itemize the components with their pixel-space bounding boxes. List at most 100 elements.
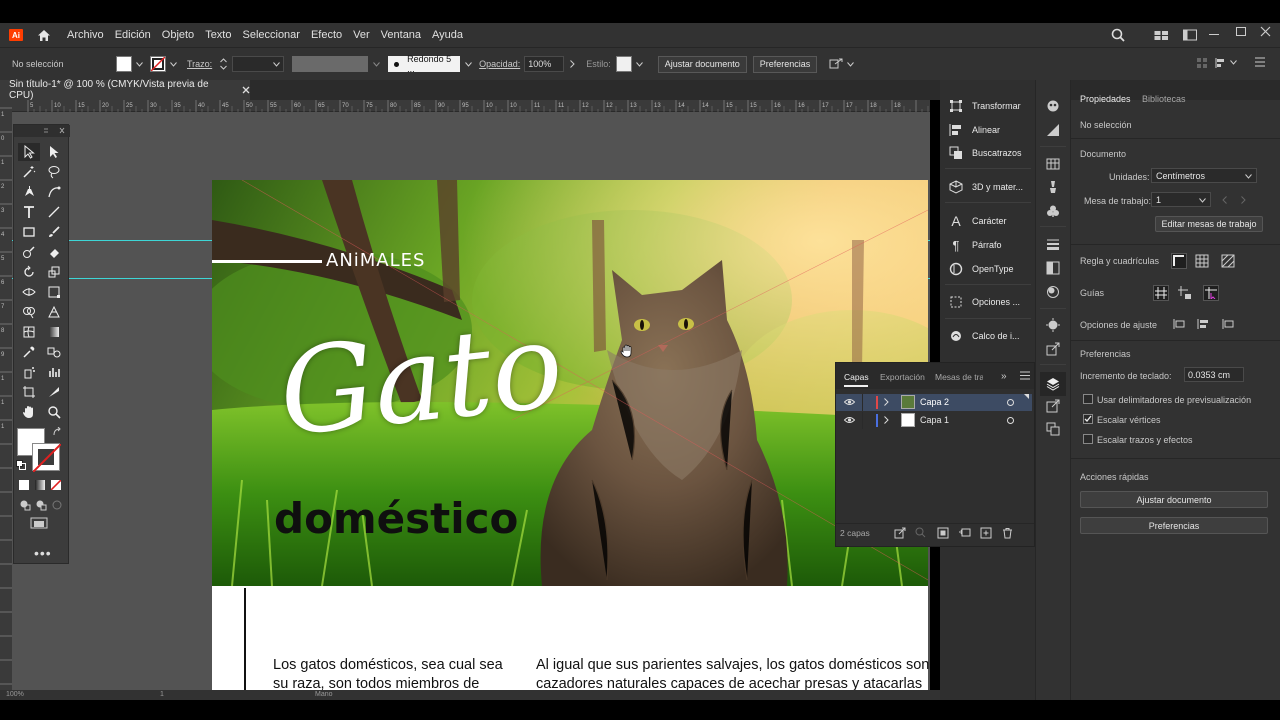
brush-chevron-icon[interactable] [462,61,474,67]
color-guide-icon[interactable] [1046,99,1060,113]
type-tool-icon[interactable] [18,203,40,221]
scale-corners-checkbox[interactable] [1083,414,1093,424]
panel-3d[interactable]: 3D y mater... [948,179,1023,195]
stroke-stepper-icon[interactable] [218,58,228,70]
default-colors-icon[interactable] [16,460,26,470]
opacity-input[interactable]: 100% [524,56,565,72]
edit-toolbar-icon[interactable]: ••• [34,545,52,561]
shape-builder-tool-icon[interactable] [18,303,40,321]
menu-objeto[interactable]: Objeto [162,29,194,41]
none-mode-icon[interactable] [51,480,61,490]
artboard-number[interactable]: 1 [160,690,164,700]
tab-capas[interactable]: Capas [844,372,869,382]
panel-calco[interactable]: Calco de i... [948,328,1020,344]
search-icon[interactable] [1111,28,1125,42]
style-swatch[interactable] [615,56,632,72]
swatches-icon[interactable] [1046,157,1060,171]
draw-normal-icon[interactable] [19,499,31,511]
export-icon[interactable] [1046,399,1060,413]
selection-tool-icon[interactable] [18,143,40,161]
transform-chevron-icon[interactable] [845,61,855,67]
hand-tool-icon[interactable] [18,403,40,421]
width-tool-icon[interactable] [18,283,40,301]
keyboard-increment-input[interactable]: 0.0353 cm [1184,367,1244,382]
units-select[interactable]: Centímetros [1151,168,1257,183]
scale-tool-icon[interactable] [43,263,65,281]
panel-caracter[interactable]: A Carácter [948,213,1006,229]
panel-alinear[interactable]: Alinear [948,122,1000,138]
fit-document-quick-button[interactable]: Ajustar documento [1080,491,1268,508]
layers-icon[interactable] [1040,372,1066,396]
screen-mode-icon[interactable] [30,517,50,531]
new-sublayer-icon[interactable] [958,527,971,539]
color-mode-icon[interactable] [19,480,29,490]
align-icon[interactable] [1196,57,1208,69]
title-script[interactable]: Gato [273,295,569,462]
panel-menu-icon[interactable] [1254,57,1266,67]
gradient-mode-icon[interactable] [35,480,45,490]
stroke-swatch[interactable] [150,56,166,72]
expand-chevron-icon[interactable] [884,416,889,424]
fit-document-button[interactable]: Ajustar documento [657,55,747,73]
subtitle-text[interactable]: doméstico [274,498,518,540]
zoom-tool-icon[interactable] [43,403,65,421]
close-tab-icon[interactable] [242,86,250,94]
menu-texto[interactable]: Texto [205,29,231,41]
profile-chevron-icon[interactable] [370,61,382,67]
draw-behind-icon[interactable] [35,499,47,511]
rectangle-tool-icon[interactable] [18,223,40,241]
fill-dropdown-chevron-icon[interactable] [134,61,144,67]
column-graph-tool-icon[interactable] [43,363,65,381]
menu-archivo[interactable]: Archivo [67,29,104,41]
gradient-panel-icon[interactable] [1046,123,1060,137]
mesh-tool-icon[interactable] [18,323,40,341]
panel-opciones[interactable]: Opciones ... [948,294,1020,310]
stroke-dropdown-chevron-icon[interactable] [168,61,178,67]
menu-efecto[interactable]: Efecto [311,29,342,41]
show-rulers-icon[interactable] [1171,253,1187,269]
tab-mesas[interactable]: Mesas de tra [935,372,983,382]
menu-ayuda[interactable]: Ayuda [432,29,463,41]
search-layers-icon[interactable] [915,527,926,538]
lasso-tool-icon[interactable] [43,163,65,181]
panel-opentype[interactable]: OpenType [948,261,1014,277]
eyedropper-tool-icon[interactable] [18,343,40,361]
curvature-tool-icon[interactable] [43,183,65,201]
distribute-icon[interactable] [1214,57,1228,69]
close-icon[interactable] [1260,26,1271,37]
align-chevron-icon[interactable] [1230,60,1237,65]
slice-tool-icon[interactable] [43,383,65,401]
artboard-tool-icon[interactable] [18,383,40,401]
expand-chevron-icon[interactable] [884,398,889,406]
transparency-icon[interactable] [1046,261,1060,275]
opacity-chevron-right-icon[interactable] [566,60,578,68]
eraser-tool-icon[interactable] [43,243,65,261]
show-guides-icon[interactable] [1153,285,1169,301]
preferences-quick-button[interactable]: Preferencias [1080,517,1268,534]
artboard[interactable]: ANiMALES Gato doméstico Los gatos domést… [212,180,930,690]
panel-parrafo[interactable]: ¶ Párrafo [948,237,1002,253]
body-column-2[interactable]: Al igual que sus parientes salvajes, los… [536,656,930,690]
next-artboard-icon[interactable] [1241,196,1246,204]
asset-export-icon[interactable] [1046,342,1060,356]
more-tabs-chevron-icon[interactable]: » [1001,371,1007,382]
document-tab[interactable]: Sin título-1* @ 100 % (CMYK/Vista previa… [0,79,250,101]
snap-to-pixel-icon[interactable] [1196,318,1210,330]
menu-ver[interactable]: Ver [353,29,370,41]
brush-definition[interactable]: Redondo 5 ... [388,54,461,74]
layer-name[interactable]: Capa 1 [920,415,949,425]
body-column-1[interactable]: Los gatos domésticos, sea cual sea su ra… [273,656,513,690]
arrange-documents-icon[interactable] [1154,29,1169,41]
symbol-sprayer-tool-icon[interactable] [18,363,40,381]
symbols-icon[interactable] [1046,204,1060,218]
maximize-icon[interactable] [1236,27,1246,36]
delete-layer-icon[interactable] [1002,527,1013,539]
tab-propiedades[interactable]: Propiedades [1080,94,1131,104]
perspective-grid-tool-icon[interactable] [43,303,65,321]
free-transform-tool-icon[interactable] [43,283,65,301]
layers-menu-icon[interactable] [1020,371,1030,380]
preferences-button[interactable]: Preferencias [752,55,818,73]
tools-panel-header[interactable] [14,125,70,137]
layer-row-capa-2[interactable]: Capa 2 [836,394,1032,411]
locate-object-icon[interactable] [894,527,906,539]
